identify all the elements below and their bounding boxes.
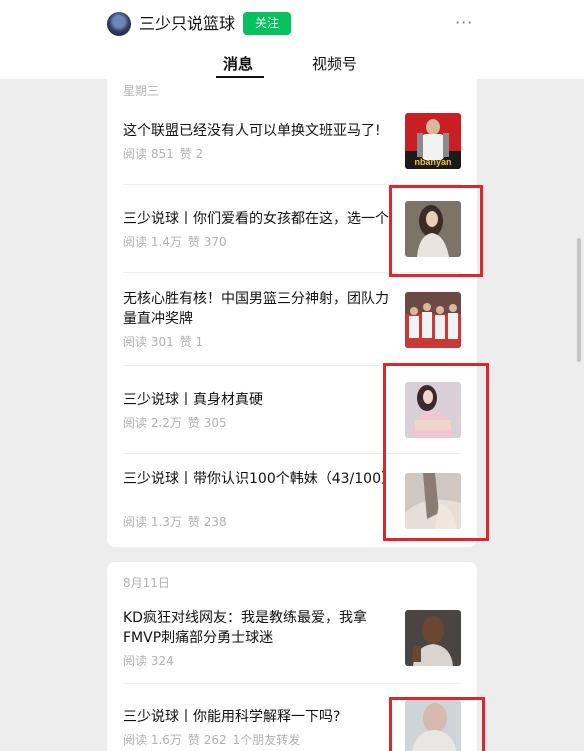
article-thumbnail[interactable]: nbanyan	[405, 113, 461, 169]
like-count: 赞 1	[179, 335, 204, 349]
article-meta: 阅读 1.4万赞 370	[123, 234, 233, 250]
group-date: 星期三	[123, 84, 160, 98]
read-count: 阅读 2.2万	[123, 416, 182, 430]
scrollbar-thumb[interactable]	[577, 238, 581, 362]
article-title[interactable]: 这个联盟已经没有人可以单换文班亚马了!	[123, 121, 389, 141]
read-count: 阅读 1.6万	[123, 733, 182, 747]
highlight-box	[389, 697, 485, 751]
article-item[interactable]: KD疯狂对线网友：我是教练最爱，我拿FMVP刺痛部分勇士球迷 阅读 324	[123, 608, 461, 688]
article-meta: 阅读 2.2万赞 305	[123, 415, 233, 431]
read-count: 阅读 1.4万	[123, 235, 182, 249]
article-thumbnail[interactable]	[405, 292, 461, 348]
highlight-box	[389, 185, 483, 277]
article-meta: 阅读 1.6万赞 262 1个朋友转发	[123, 732, 306, 748]
read-count: 阅读 1.3万	[123, 515, 182, 529]
article-title[interactable]: 无核心胜有核！中国男篮三分神射，团队力量直冲奖牌	[123, 289, 389, 329]
account-name[interactable]: 三少只说篮球	[139, 13, 235, 35]
follow-button[interactable]: 关注	[243, 12, 291, 35]
article-meta: 阅读 301 赞 1	[123, 334, 209, 350]
article-meta: 阅读 1.3万赞 238	[123, 514, 233, 530]
account-header: 三少只说篮球 关注 ··· 消息 视频号	[0, 0, 584, 79]
like-count: 赞 2	[179, 147, 204, 161]
article-title[interactable]: KD疯狂对线网友：我是教练最爱，我拿FMVP刺痛部分勇士球迷	[123, 608, 389, 648]
article-title[interactable]: 三少说球丨真身材真硬	[123, 390, 389, 410]
active-tab-indicator	[216, 76, 264, 78]
like-count: 赞 238	[187, 515, 227, 529]
article-meta: 阅读 324	[123, 653, 186, 669]
tab-messages[interactable]: 消息	[223, 54, 253, 74]
account-avatar[interactable]	[107, 12, 131, 36]
like-count: 赞 262	[187, 733, 227, 747]
divider	[123, 683, 461, 684]
article-thumbnail[interactable]	[405, 610, 461, 666]
article-meta: 阅读 851 赞 2	[123, 146, 209, 162]
highlight-box	[383, 363, 489, 541]
more-horizontal-icon[interactable]: ···	[455, 14, 475, 32]
like-count: 赞 370	[187, 235, 227, 249]
article-title[interactable]: 三少说球丨带你认识100个韩妹（43/100）	[123, 469, 395, 489]
article-title[interactable]: 三少说球丨你们爱看的女孩都在这，选一个	[123, 209, 403, 229]
read-count: 阅读 301	[123, 335, 174, 349]
tab-channels[interactable]: 视频号	[312, 54, 357, 74]
share-count: 1个朋友转发	[232, 733, 301, 747]
article-title[interactable]: 三少说球丨你能用科学解释一下吗?	[123, 707, 389, 727]
like-count: 赞 305	[187, 416, 227, 430]
read-count: 阅读 324	[123, 654, 174, 668]
group-date: 8月11日	[123, 576, 170, 590]
read-count: 阅读 851	[123, 147, 174, 161]
svg-text:nbanyan: nbanyan	[414, 157, 451, 167]
